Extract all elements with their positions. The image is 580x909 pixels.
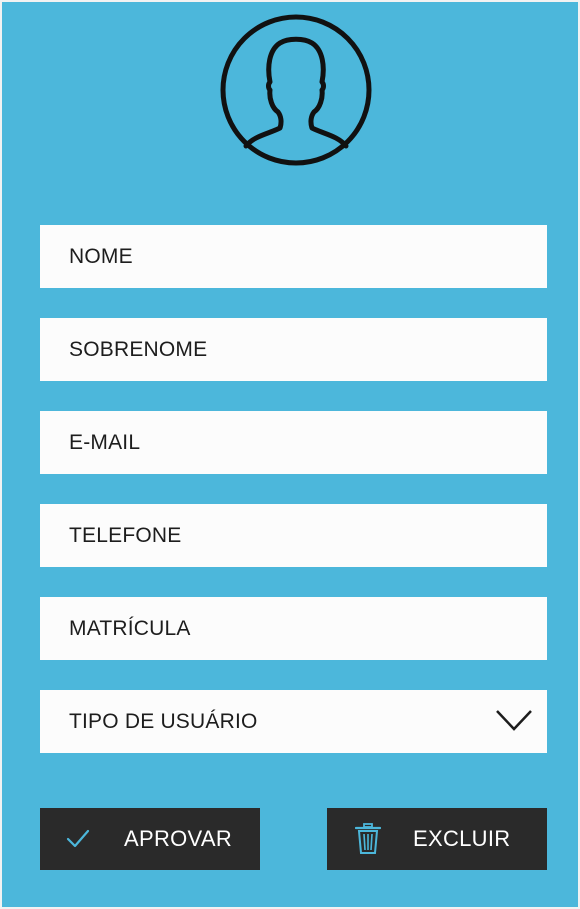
registration-screen: NOME SOBRENOME E-MAIL TELEFONE MATRÍCULA… — [2, 2, 578, 907]
phone-field-label: TELEFONE — [69, 523, 182, 547]
name-field[interactable]: NOME — [40, 225, 547, 288]
check-icon — [66, 829, 90, 848]
trash-icon — [355, 823, 381, 854]
registration-number-field[interactable]: MATRÍCULA — [40, 597, 547, 660]
delete-button[interactable]: EXCLUIR — [327, 808, 547, 870]
surname-field-label: SOBRENOME — [69, 337, 208, 361]
email-field[interactable]: E-MAIL — [40, 411, 547, 474]
phone-field[interactable]: TELEFONE — [40, 504, 547, 567]
chevron-down-icon[interactable] — [495, 708, 533, 732]
user-avatar-icon — [220, 14, 372, 166]
registration-number-field-label: MATRÍCULA — [69, 616, 191, 640]
approve-button-label: APROVAR — [124, 826, 233, 851]
approve-button[interactable]: APROVAR — [40, 808, 260, 870]
user-type-select-label: TIPO DE USUÁRIO — [69, 709, 258, 733]
user-type-select[interactable]: TIPO DE USUÁRIO — [40, 690, 547, 753]
name-field-label: NOME — [69, 244, 133, 268]
delete-button-label: EXCLUIR — [413, 826, 511, 851]
email-field-label: E-MAIL — [69, 430, 141, 454]
surname-field[interactable]: SOBRENOME — [40, 318, 547, 381]
